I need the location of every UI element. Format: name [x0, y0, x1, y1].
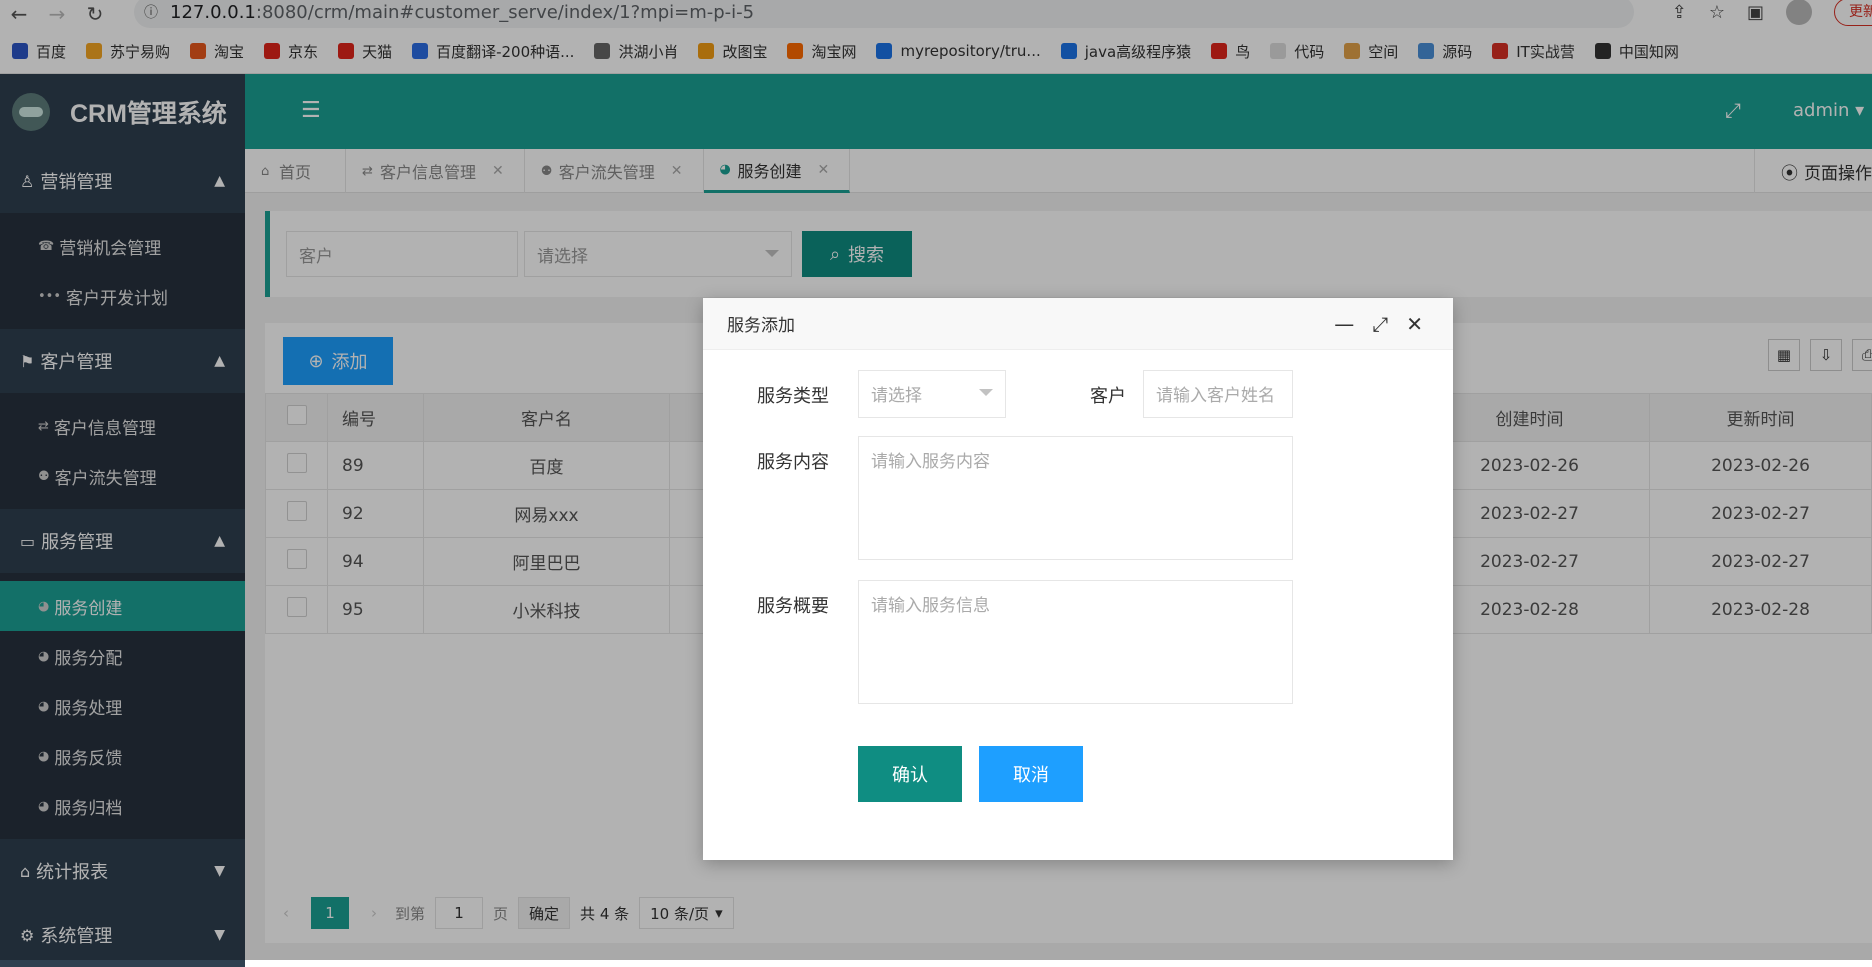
service-summary-label: 服务概要: [757, 596, 829, 617]
dialog-header: 服务添加 — ⤢ ✕: [703, 298, 1453, 350]
maximize-icon[interactable]: ⤢: [1372, 312, 1388, 336]
customer-label: 客户: [1090, 386, 1126, 407]
service-add-dialog: 服务添加 — ⤢ ✕ 服务类型 请选择 客户 请输入客户姓名 服务内容 请输入服…: [703, 298, 1453, 860]
service-type-label: 服务类型: [757, 386, 829, 407]
service-summary-textarea[interactable]: 请输入服务信息: [858, 580, 1293, 704]
dialog-title: 服务添加: [727, 316, 795, 336]
cancel-button[interactable]: 取消: [979, 746, 1083, 802]
confirm-button[interactable]: 确认: [858, 746, 962, 802]
dialog-controls: — ⤢ ✕: [1334, 312, 1423, 336]
service-content-textarea[interactable]: 请输入服务内容: [858, 436, 1293, 560]
service-type-select[interactable]: 请选择: [858, 370, 1006, 418]
close-icon[interactable]: ✕: [1406, 312, 1423, 336]
chevron-down-icon: [979, 389, 993, 396]
minimize-icon[interactable]: —: [1334, 312, 1354, 336]
service-content-label: 服务内容: [757, 452, 829, 473]
service-type-value: 请选择: [871, 386, 922, 406]
customer-name-input[interactable]: 请输入客户姓名: [1143, 370, 1293, 418]
